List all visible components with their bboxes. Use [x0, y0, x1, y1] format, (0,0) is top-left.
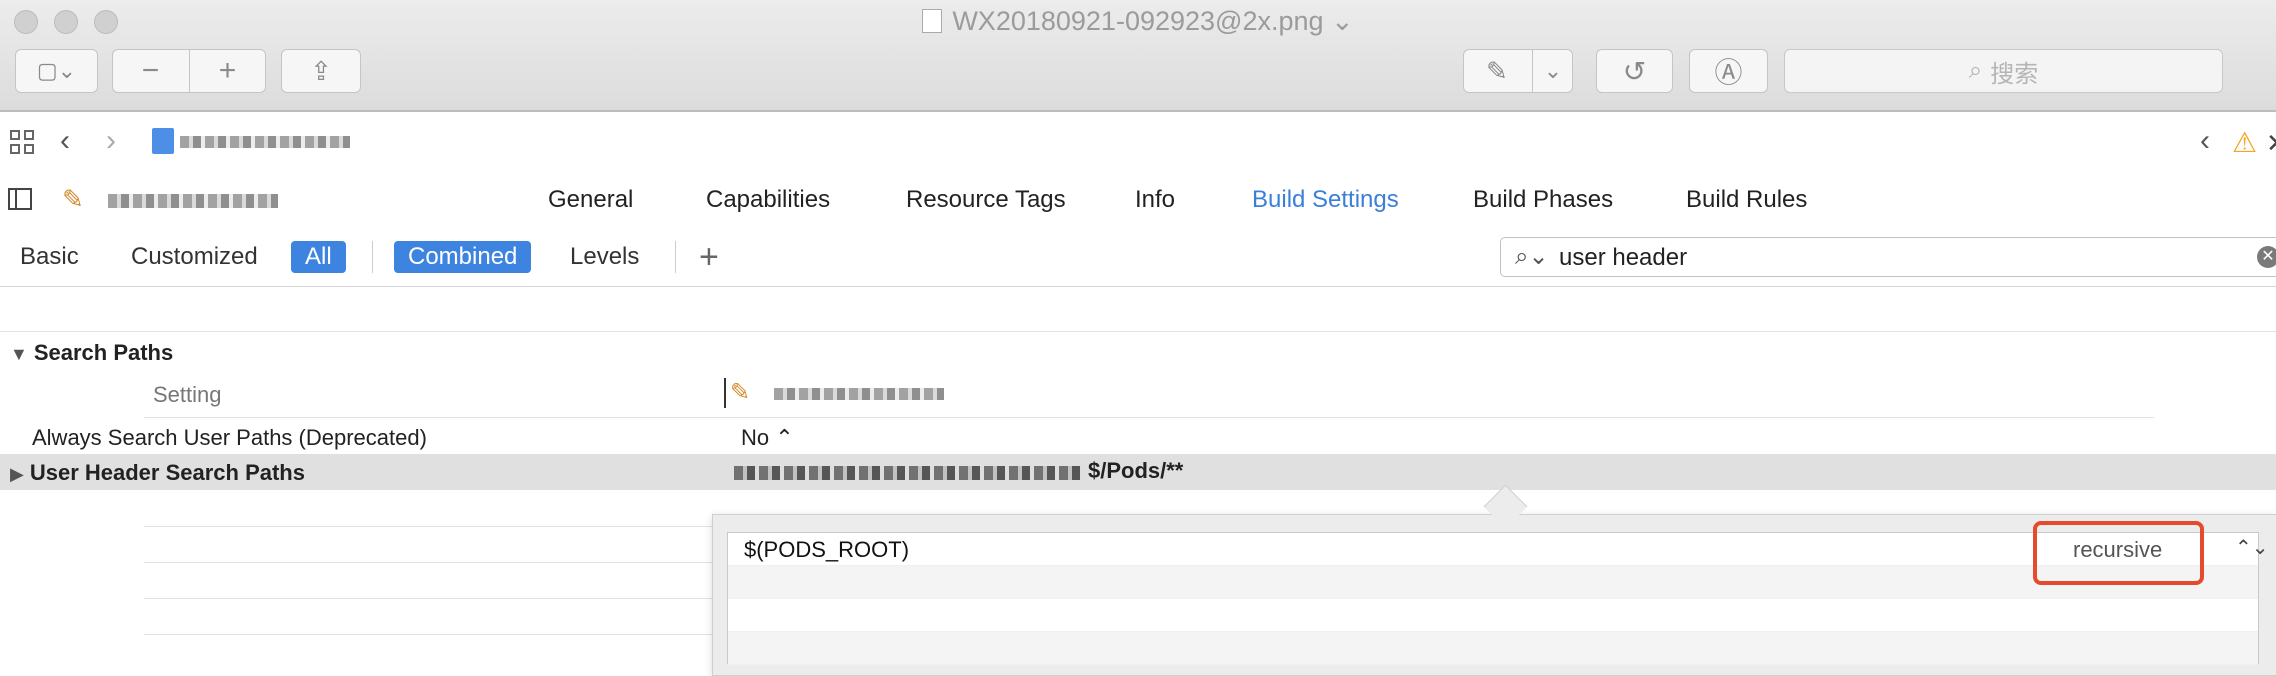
disclosure-triangle-icon: ▼ — [10, 344, 28, 364]
tab-capabilities[interactable]: Capabilities — [706, 186, 830, 214]
zoom-in-button[interactable]: + — [189, 49, 266, 93]
project-target-icon: ✎ — [62, 184, 84, 214]
sidebar-icon: ▢⌄ — [36, 58, 77, 83]
redacted-path-prefix — [734, 466, 1084, 480]
previous-issue-icon[interactable]: ‹ — [2200, 124, 2210, 158]
build-settings-filter-bar: Basic Customized All Combined Levels + ⌕… — [0, 228, 2276, 287]
settings-search-input[interactable]: ⌕⌄ user header ✕ — [1500, 237, 2276, 277]
disclosure-triangle-icon: ▶ — [10, 464, 24, 484]
filter-divider — [675, 241, 676, 273]
column-header-setting: Setting — [153, 382, 222, 407]
target-icon: ✎ — [730, 379, 751, 406]
share-button[interactable]: ⇪ — [281, 49, 361, 93]
setting-value-always-search[interactable]: No ⌃ — [741, 425, 794, 451]
document-icon — [922, 9, 943, 33]
search-paths-table: $(PODS_ROOT) recursive ⌃⌄ — [727, 532, 2269, 665]
tab-build-settings[interactable]: Build Settings — [1252, 186, 1399, 214]
filter-basic[interactable]: Basic — [12, 241, 87, 273]
filter-divider — [372, 241, 373, 273]
divider — [144, 634, 714, 635]
rotate-button[interactable]: ↺ — [1596, 49, 1673, 93]
sidebar-menu-button[interactable]: ▢⌄ — [15, 49, 98, 93]
tab-build-rules[interactable]: Build Rules — [1686, 186, 1807, 214]
search-icon[interactable]: ⌕⌄ — [1515, 242, 1549, 271]
setting-always-search-user-paths[interactable]: Always Search User Paths (Deprecated) — [32, 425, 427, 451]
share-icon: ⇪ — [310, 55, 332, 86]
redacted-breadcrumb[interactable] — [180, 136, 350, 148]
zoom-out-icon: − — [141, 54, 160, 87]
rotate-icon: ↺ — [1622, 55, 1647, 87]
warning-icon[interactable]: ⚠ — [2232, 126, 2257, 159]
chevron-down-icon: ⌄ — [1331, 6, 1354, 36]
divider — [144, 526, 714, 527]
path-value[interactable]: $(PODS_ROOT) — [744, 537, 909, 563]
preview-search-input[interactable]: ⌕ 搜索 — [1784, 49, 2223, 93]
divider — [144, 598, 714, 599]
zoom-out-button[interactable]: − — [112, 49, 189, 93]
search-icon: ⌕ — [1968, 57, 1983, 84]
divider — [144, 417, 2154, 418]
editor-tab-bar: ✎ General Capabilities Resource Tags Inf… — [0, 170, 2276, 229]
annotation-highlight-box — [2033, 521, 2204, 585]
filter-combined[interactable]: Combined — [394, 241, 532, 273]
add-setting-button[interactable]: + — [699, 238, 719, 277]
pen-icon: ✎ — [1486, 55, 1508, 86]
filter-customized[interactable]: Customized — [123, 241, 266, 273]
redacted-target-name — [774, 388, 944, 400]
stepper-icon[interactable]: ⌃⌄ — [2235, 535, 2269, 560]
filter-levels[interactable]: Levels — [562, 241, 647, 273]
jump-bar: ‹ › ‹ ⚠ ✕ — [0, 112, 2276, 171]
table-row[interactable] — [728, 599, 2258, 632]
project-file-icon — [152, 128, 174, 154]
markup-menu-button[interactable]: ⌄ — [1533, 49, 1573, 93]
divider — [144, 562, 714, 563]
table-row[interactable] — [728, 632, 2258, 665]
clear-search-icon[interactable]: ✕ — [2257, 246, 2276, 268]
preview-toolbar: WX20180921-092923@2x.png ⌄ ▢⌄ − + ⇪ ✎ ⌄ … — [0, 0, 2276, 112]
filter-all[interactable]: All — [291, 241, 346, 273]
chevron-down-icon: ⌄ — [1543, 58, 1563, 83]
zoom-in-icon: + — [218, 54, 237, 87]
divider — [0, 331, 2276, 332]
setting-value-user-header-search-paths[interactable]: $/Pods/** — [1088, 458, 1183, 484]
table-row[interactable] — [728, 566, 2258, 599]
window-title[interactable]: WX20180921-092923@2x.png ⌄ — [0, 6, 2276, 37]
forward-arrow-icon[interactable]: › — [106, 124, 116, 158]
tab-info[interactable]: Info — [1135, 186, 1175, 214]
redacted-target-selector[interactable] — [108, 194, 278, 208]
close-icon[interactable]: ✕ — [2266, 128, 2276, 159]
tab-build-phases[interactable]: Build Phases — [1473, 186, 1613, 214]
back-arrow-icon[interactable]: ‹ — [60, 124, 70, 158]
annotate-icon: Ⓐ — [1714, 57, 1743, 88]
tab-general[interactable]: General — [548, 186, 633, 214]
setting-user-header-search-paths[interactable]: ▶ User Header Search Paths — [10, 460, 305, 486]
annotate-button[interactable]: Ⓐ — [1689, 49, 1768, 93]
related-items-icon[interactable] — [10, 130, 36, 156]
table-row[interactable]: $(PODS_ROOT) recursive ⌃⌄ — [728, 533, 2269, 566]
sidebar-toggle-icon[interactable] — [8, 188, 32, 210]
tab-resource-tags[interactable]: Resource Tags — [906, 186, 1066, 214]
section-search-paths[interactable]: ▼ Search Paths — [10, 340, 173, 366]
